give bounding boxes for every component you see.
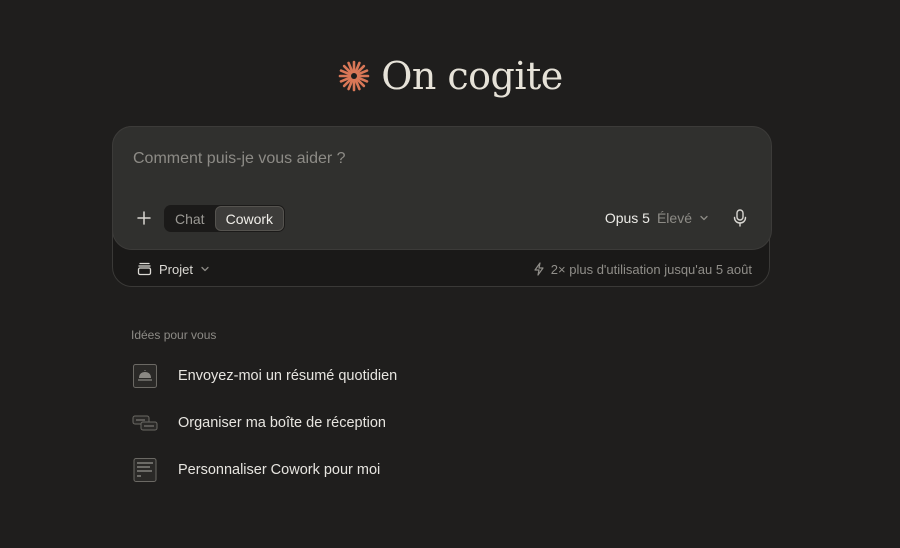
model-effort-level: Élevé: [656, 210, 692, 226]
model-selector[interactable]: Opus 5 Élevé: [605, 207, 709, 229]
daily-summary-icon: [132, 363, 158, 389]
idea-label: Personnaliser Cowork pour moi: [178, 462, 381, 478]
microphone-icon: [733, 209, 747, 227]
ideas-heading: Idées pour vous: [131, 328, 217, 342]
usage-text: 2× plus d'utilisation jusqu'au 5 août: [550, 261, 752, 277]
project-box-icon: [137, 262, 152, 276]
idea-label: Organiser ma boîte de réception: [178, 415, 386, 431]
tab-cowork[interactable]: Cowork: [214, 206, 285, 231]
idea-customize-cowork[interactable]: Personnaliser Cowork pour moi: [132, 455, 380, 485]
model-name: Opus 5: [604, 210, 650, 226]
tab-chat[interactable]: Chat: [165, 206, 215, 231]
add-attachment-button[interactable]: [133, 207, 155, 229]
chevron-down-icon: [700, 215, 708, 221]
usage-promo: 2× plus d'utilisation jusqu'au 5 août: [533, 259, 752, 279]
composer: Chat Cowork Opus 5 Élevé: [112, 126, 772, 250]
idea-label: Envoyez-moi un résumé quotidien: [178, 368, 398, 384]
mode-switch: Chat Cowork: [164, 205, 286, 232]
page-title: On cogite: [381, 54, 563, 98]
home-page: On cogite Chat Cowork Opus 5 Élevé: [0, 0, 900, 548]
sparkle-asterisk-icon: [338, 60, 370, 92]
project-label: Projet: [159, 261, 193, 277]
hero: On cogite: [0, 52, 900, 100]
chevron-down-icon: [201, 266, 209, 272]
idea-organize-inbox[interactable]: Organiser ma boîte de réception: [132, 408, 386, 438]
prompt-input[interactable]: [133, 147, 733, 171]
inbox-messages-icon: [132, 410, 158, 436]
project-selector-button[interactable]: Projet: [137, 259, 210, 279]
lightning-icon: [534, 262, 544, 276]
voice-input-button[interactable]: [729, 207, 751, 229]
customize-document-icon: [132, 457, 158, 483]
idea-daily-summary[interactable]: Envoyez-moi un résumé quotidien: [132, 361, 397, 391]
plus-icon: [137, 211, 151, 225]
composer-container: Chat Cowork Opus 5 Élevé: [112, 126, 772, 287]
